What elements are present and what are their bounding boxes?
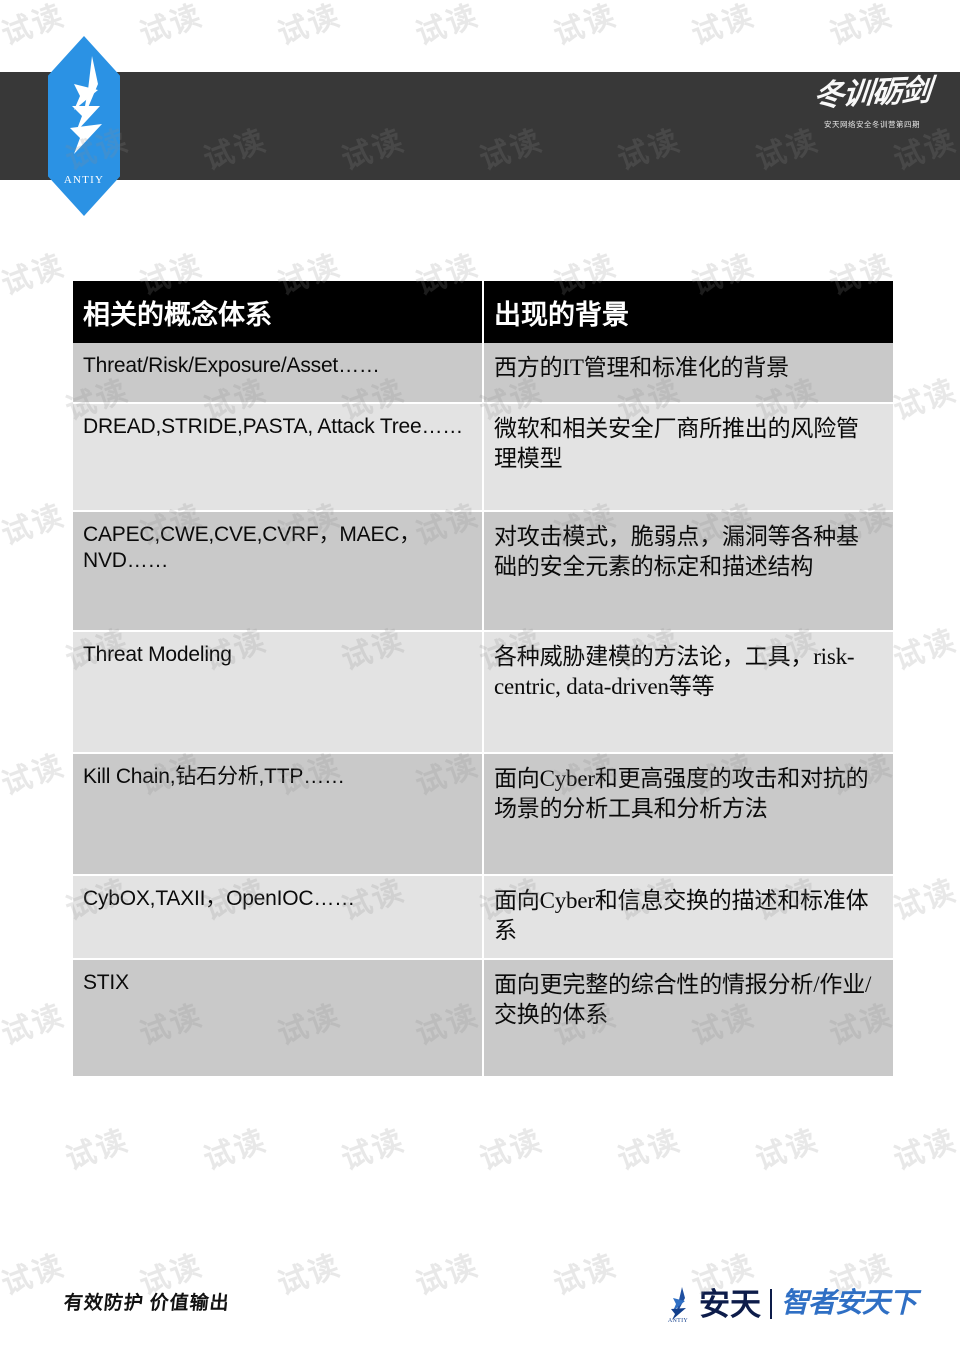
antiy-logo-badge: ANTIY [48,36,120,216]
calligraphy-title-block: 冬训砺剑 安天网络安全冬训营第四期 [812,73,932,174]
table-row: Threat/Risk/Exposure/Asset…… 西方的IT管理和标准化… [73,343,893,404]
watermark-text: 试读 [549,0,621,52]
watermark-text: 试读 [0,998,69,1052]
watermark-text: 试读 [135,0,207,52]
watermark-text: 试读 [613,1123,685,1177]
footer-tagline: 智者安天下 [780,1288,917,1319]
table-row: Kill Chain,钻石分析,TTP…… 面向Cyber和更高强度的攻击和对抗… [73,753,893,876]
calligraphy-main-text: 冬训砺剑 [812,73,932,114]
watermark-text: 试读 [0,0,69,52]
watermark-text: 试读 [889,1123,960,1177]
footer-brand-lockup: ANTIY 安天 智者安天下 [663,1285,917,1324]
cell-description: 对攻击模式，脆弱点，漏洞等各种基础的安全元素的标定和描述结构 [483,511,893,632]
watermark-text: 试读 [0,1248,69,1302]
watermark-text: 试读 [337,1123,409,1177]
watermark-text: 试读 [273,0,345,52]
cell-description: 西方的IT管理和标准化的背景 [483,343,893,404]
antiy-small-wordmark: ANTIY [667,1318,689,1324]
watermark-text: 试读 [687,0,759,52]
table-row: Threat Modeling 各种威胁建模的方法论，工具，risk-centr… [73,631,893,754]
watermark-text: 试读 [411,1248,483,1302]
antiy-wordmark: ANTIY [63,174,105,186]
cell-term: Threat Modeling [73,631,484,754]
watermark-text: 试读 [889,623,960,677]
watermark-text: 试读 [273,1248,345,1302]
watermark-text: 试读 [751,1123,823,1177]
cell-description: 面向Cyber和信息交换的描述和标准体系 [483,875,893,960]
brand-divider [769,1289,772,1319]
cell-term: DREAD,STRIDE,PASTA, Attack Tree…… [73,403,484,512]
watermark-text: 试读 [199,1123,271,1177]
concept-systems-table: 相关的概念体系 出现的背景 Threat/Risk/Exposure/Asset… [73,281,893,1078]
cell-description: 各种威胁建模的方法论，工具，risk-centric, data-driven等… [483,631,893,754]
cell-term: Kill Chain,钻石分析,TTP…… [73,753,484,876]
watermark-text: 试读 [61,1123,133,1177]
table-row: STIX 面向更完整的综合性的情报分析/作业/交换的体系 [73,958,893,1078]
cell-term: STIX [73,958,484,1078]
calligraphy-subtitle: 安天网络安全冬训营第四期 [824,119,920,129]
watermark-text: 试读 [475,1123,547,1177]
column-header-concepts: 相关的概念体系 [73,281,484,343]
cell-description: 微软和相关安全厂商所推出的风险管理模型 [483,403,893,512]
footer-brand-name: 安天 [698,1286,761,1322]
cell-description: 面向Cyber和更高强度的攻击和对抗的场景的分析工具和分析方法 [483,753,893,876]
watermark-text: 试读 [411,0,483,52]
watermark-text: 试读 [825,0,897,52]
column-header-background: 出现的背景 [483,281,893,343]
table-row: CybOX,TAXII，OpenIOC…… 面向Cyber和信息交换的描述和标准… [73,875,893,960]
table-header-row: 相关的概念体系 出现的背景 [73,281,893,343]
cell-term: Threat/Risk/Exposure/Asset…… [73,343,484,404]
watermark-text: 试读 [0,248,69,302]
cell-term: CybOX,TAXII，OpenIOC…… [73,875,484,960]
footer-slogan: 有效防护 价值输出 [62,1293,231,1314]
watermark-text: 试读 [0,498,69,552]
table-row: DREAD,STRIDE,PASTA, Attack Tree…… 微软和相关安… [73,403,893,512]
watermark-text: 试读 [549,1248,621,1302]
antiy-feather-icon [70,56,102,154]
watermark-text: 试读 [889,873,960,927]
antiy-small-logo-icon: ANTIY [663,1285,693,1324]
cell-description: 面向更完整的综合性的情报分析/作业/交换的体系 [483,958,893,1078]
watermark-text: 试读 [889,373,960,427]
table-row: CAPEC,CWE,CVE,CVRF，MAEC，NVD…… 对攻击模式，脆弱点，… [73,511,893,632]
watermark-text: 试读 [0,748,69,802]
slide-canvas: ANTIY 冬训砺剑 安天网络安全冬训营第四期 相关的概念体系 出现的背景 Th… [0,0,960,1357]
cell-term: CAPEC,CWE,CVE,CVRF，MAEC，NVD…… [73,511,484,632]
